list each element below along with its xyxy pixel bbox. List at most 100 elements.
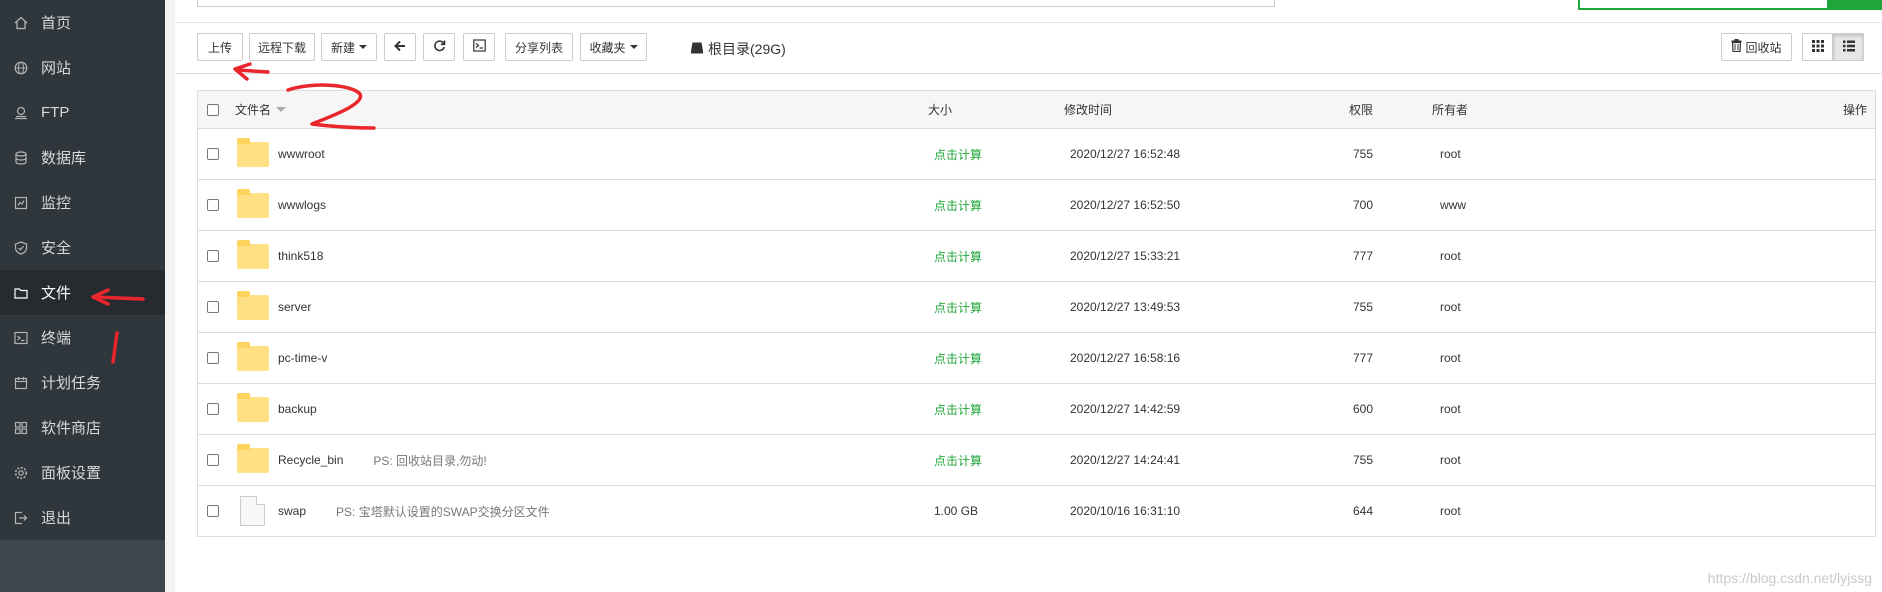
table-row[interactable]: backup 点击计算 2020/12/27 14:42:59 600 root	[198, 384, 1875, 435]
table-row[interactable]: pc-time-v 点击计算 2020/12/27 16:58:16 777 r…	[198, 333, 1875, 384]
sidebar-item-terminal[interactable]: 终端	[0, 315, 165, 360]
permission[interactable]: 700	[1353, 180, 1373, 230]
size-calc-link[interactable]: 点击计算	[934, 129, 982, 179]
owner[interactable]: root	[1440, 486, 1461, 536]
path-input[interactable]	[197, 0, 1275, 7]
select-all-checkbox[interactable]	[207, 91, 219, 128]
permission[interactable]: 644	[1353, 486, 1373, 536]
table-row[interactable]: wwwroot 点击计算 2020/12/27 16:52:48 755 roo…	[198, 129, 1875, 180]
remote-download-label: 远程下载	[257, 40, 306, 55]
file-name[interactable]: server	[278, 282, 311, 332]
table-row[interactable]: think518 点击计算 2020/12/27 15:33:21 777 ro…	[198, 231, 1875, 282]
file-name-text: think518	[278, 249, 324, 263]
monitor-icon	[13, 195, 29, 211]
permission[interactable]: 755	[1353, 129, 1373, 179]
mtime-text: 2020/12/27 16:52:50	[1070, 198, 1181, 212]
sidebar-item-cron[interactable]: 计划任务	[0, 360, 165, 405]
size-calc-link[interactable]: 点击计算	[934, 282, 982, 332]
permission[interactable]: 777	[1353, 333, 1373, 383]
refresh-button[interactable]	[423, 33, 455, 61]
permission[interactable]: 777	[1353, 231, 1373, 281]
new-label: 新建	[330, 40, 355, 55]
size-calc-link[interactable]: 点击计算	[934, 435, 982, 485]
file-name[interactable]: wwwlogs	[278, 180, 326, 230]
table-row[interactable]: wwwlogs 点击计算 2020/12/27 16:52:50 700 www	[198, 180, 1875, 231]
sidebar-item-ftp[interactable]: FTP	[0, 90, 165, 135]
remote-download-button[interactable]: 远程下载	[249, 33, 315, 61]
owner[interactable]: www	[1440, 180, 1466, 230]
size-text: 点击计算	[934, 402, 983, 417]
row-checkbox[interactable]	[207, 180, 219, 230]
sidebar-item-store[interactable]: 软件商店	[0, 405, 165, 450]
caret-down-icon	[629, 45, 638, 49]
perm-text: 755	[1353, 147, 1374, 161]
upload-button[interactable]: 上传	[197, 33, 243, 61]
sidebar-item-home[interactable]: 首页	[0, 0, 165, 45]
header-name[interactable]: 文件名	[235, 91, 287, 128]
file-name[interactable]: wwwroot	[278, 129, 325, 179]
sidebar-item-settings[interactable]: 面板设置	[0, 450, 165, 495]
share-list-button[interactable]: 分享列表	[505, 33, 573, 61]
recycle-bin-button[interactable]: 回收站	[1721, 33, 1792, 61]
home-icon	[13, 15, 29, 31]
favorites-dropdown-button[interactable]: 收藏夹	[580, 33, 647, 61]
perm-text: 755	[1353, 453, 1374, 467]
owner[interactable]: root	[1440, 231, 1461, 281]
sidebar-item-database[interactable]: 数据库	[0, 135, 165, 180]
size-calc-link[interactable]: 点击计算	[934, 333, 982, 383]
hard-drive-icon	[690, 41, 704, 57]
permission[interactable]: 600	[1353, 384, 1373, 434]
refresh-icon	[433, 39, 446, 55]
table-header: 文件名 大小 修改时间 权限 所有者 操作	[198, 91, 1875, 129]
row-checkbox[interactable]	[207, 231, 219, 281]
new-dropdown-button[interactable]: 新建	[321, 33, 377, 61]
table-row[interactable]: server 点击计算 2020/12/27 13:49:53 755 root	[198, 282, 1875, 333]
sidebar-item-files[interactable]: 文件	[0, 270, 165, 315]
row-checkbox[interactable]	[207, 282, 219, 332]
owner[interactable]: root	[1440, 129, 1461, 179]
header-size: 大小	[928, 91, 952, 128]
table-row[interactable]: Recycle_bin PS: 回收站目录,勿动! 点击计算 2020/12/27…	[198, 435, 1875, 486]
grid-view-button[interactable]	[1802, 33, 1833, 61]
owner[interactable]: root	[1440, 333, 1461, 383]
size-calc-link[interactable]: 点击计算	[934, 384, 982, 434]
terminal-button[interactable]	[463, 33, 495, 61]
mtime: 2020/12/27 15:33:21	[1070, 231, 1180, 281]
disk-info[interactable]: 根目录(29G)	[690, 39, 786, 59]
owner[interactable]: root	[1440, 282, 1461, 332]
size-calc-link[interactable]: 点击计算	[934, 231, 982, 281]
owner-text: www	[1440, 198, 1466, 212]
permission[interactable]: 755	[1353, 435, 1373, 485]
owner-text: root	[1440, 504, 1461, 518]
arrow-left-icon	[394, 40, 406, 55]
size-text: 点击计算	[934, 300, 983, 315]
search-input[interactable]	[1578, 0, 1830, 10]
file-name[interactable]: Recycle_bin PS: 回收站目录,勿动!	[278, 435, 487, 485]
row-checkbox[interactable]	[207, 384, 219, 434]
sidebar-item-security[interactable]: 安全	[0, 225, 165, 270]
owner[interactable]: root	[1440, 435, 1461, 485]
owner[interactable]: root	[1440, 384, 1461, 434]
file-name[interactable]: pc-time-v	[278, 333, 327, 383]
search-button[interactable]	[1827, 0, 1882, 10]
file-name[interactable]: swap PS: 宝塔默认设置的SWAP交换分区文件	[278, 486, 550, 536]
header-mtime-label: 修改时间	[1064, 103, 1113, 117]
table-row[interactable]: swap PS: 宝塔默认设置的SWAP交换分区文件 1.00 GB 2020/1…	[198, 486, 1875, 536]
sidebar-item-monitor[interactable]: 监控	[0, 180, 165, 225]
folder-icon	[237, 333, 269, 383]
file-name[interactable]: backup	[278, 384, 317, 434]
sidebar-item-website[interactable]: 网站	[0, 45, 165, 90]
mtime: 2020/12/27 16:52:48	[1070, 129, 1180, 179]
row-checkbox[interactable]	[207, 486, 219, 536]
row-checkbox[interactable]	[207, 333, 219, 383]
row-checkbox[interactable]	[207, 129, 219, 179]
mtime-text: 2020/12/27 14:24:41	[1070, 453, 1181, 467]
back-button[interactable]	[384, 33, 416, 61]
size-text: 点击计算	[934, 198, 983, 213]
size-calc-link[interactable]: 点击计算	[934, 180, 982, 230]
permission[interactable]: 755	[1353, 282, 1373, 332]
file-name[interactable]: think518	[278, 231, 323, 281]
sidebar-item-logout[interactable]: 退出	[0, 495, 165, 540]
row-checkbox[interactable]	[207, 435, 219, 485]
list-view-button[interactable]	[1833, 33, 1864, 61]
